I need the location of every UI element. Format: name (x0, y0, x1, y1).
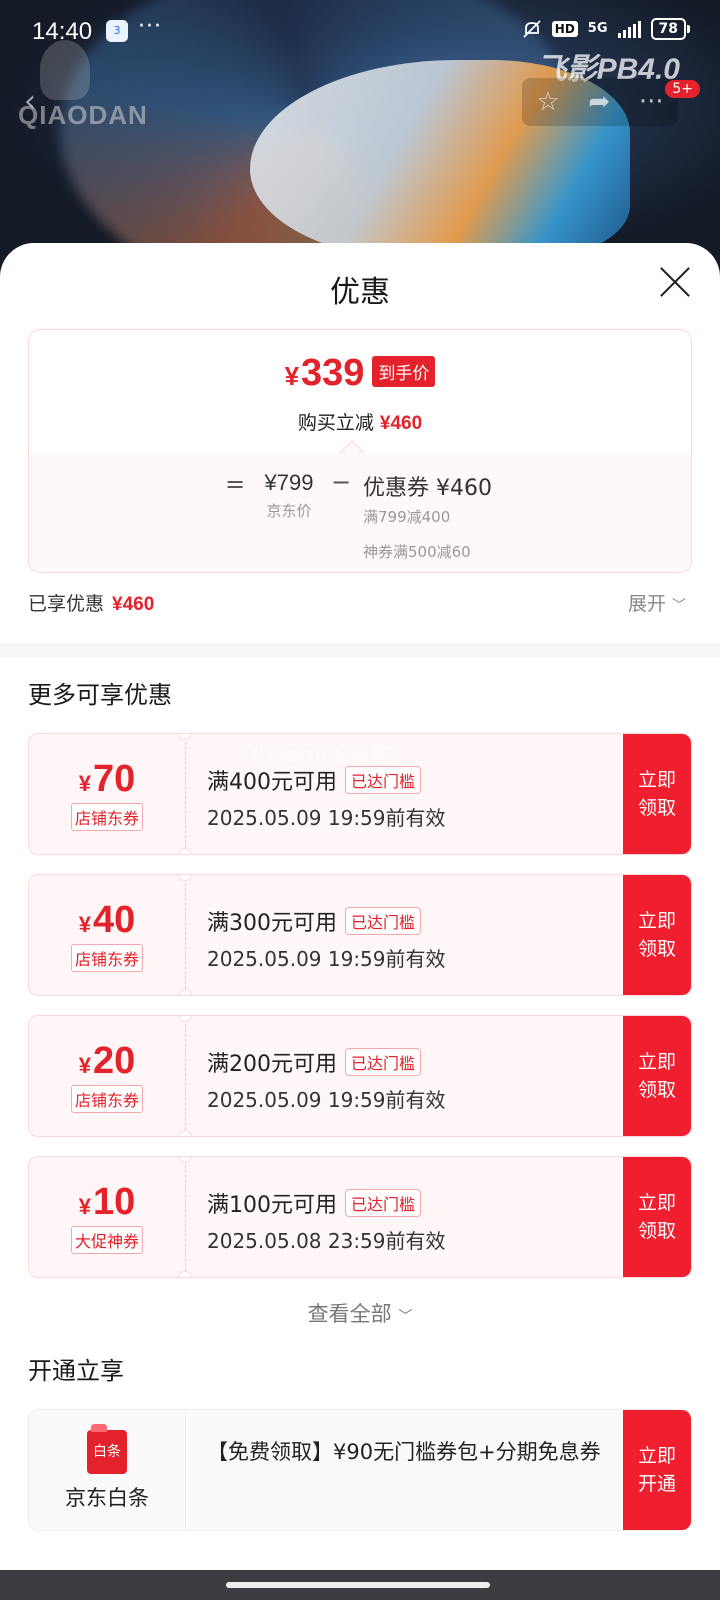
coupon-expiry: 2025.05.09 19:59前有效 (207, 1088, 446, 1112)
coupon-condition: 满200元可用 (207, 1052, 337, 1077)
baitiao-divider (185, 1410, 186, 1530)
coupon-amount-area: ¥40 店铺东券 (29, 875, 185, 995)
view-all-button[interactable]: 查看全部 ﹀ (0, 1298, 720, 1328)
back-icon[interactable]: ‹ (24, 84, 60, 120)
status-icons: HD 5G 78 (522, 18, 691, 40)
baitiao-offer-text: 【免费领取】¥90无门槛券包+分期免息券 (207, 1440, 601, 1464)
more-icon[interactable]: ··· (639, 87, 664, 117)
close-icon[interactable] (658, 265, 692, 299)
favorite-star-icon[interactable]: ☆ (536, 87, 559, 117)
coupon-condition: 满300元可用 (207, 911, 337, 936)
threshold-reached-badge: 已达门槛 (345, 907, 422, 935)
coupon-summary: 优惠券 ¥460 满799减400 神券满500减60 (363, 476, 492, 561)
claim-coupon-button[interactable]: 立即领取 (623, 734, 691, 854)
mute-icon (523, 20, 541, 38)
coupon-amount: ¥40 (78, 899, 136, 941)
message-count-badge: 5+ (665, 80, 700, 98)
status-time: 14:40 (32, 18, 93, 45)
threshold-reached-badge: 已达门槛 (345, 766, 422, 794)
claim-coupon-button[interactable]: 立即领取 (623, 1157, 691, 1277)
coupon-expiry: 2025.05.08 23:59前有效 (207, 1229, 446, 1253)
baitiao-brand: 白条 京东白条 (29, 1410, 185, 1530)
more-discounts-title: 更多可享优惠 (28, 681, 172, 709)
coupon-details: 满200元可用 已达门槛 2025.05.09 19:59前有效 (207, 1046, 446, 1113)
final-price-row: ¥339 到手价 (29, 352, 691, 395)
coupon-amount-area: ¥20 店铺东券 (29, 1016, 185, 1136)
battery-icon: 78 (650, 18, 691, 40)
coupon-notch (178, 1130, 192, 1136)
coupon-type-tag: 店铺东券 (70, 944, 143, 972)
claim-coupon-button[interactable]: 立即领取 (623, 1016, 691, 1136)
system-nav-bar (0, 1570, 720, 1600)
final-price-tag: 到手价 (372, 356, 436, 387)
status-bar: 14:40 3 ··· HD 5G 78 (0, 0, 720, 60)
coupon-notch (178, 1271, 192, 1277)
coupon-amount-area: ¥70 店铺东券 (29, 734, 185, 854)
coupon-notch (178, 989, 192, 995)
final-price: ¥339 (284, 352, 365, 394)
baitiao-icon: 白条 (87, 1424, 127, 1474)
coupon-amount-area: ¥10 大促神券 (29, 1157, 185, 1277)
coupon-expiry: 2025.05.09 19:59前有效 (207, 947, 446, 971)
coupon-divider (185, 883, 186, 989)
coupon-amount: ¥10 (78, 1181, 136, 1223)
coupon-amount: ¥20 (78, 1040, 136, 1082)
coupon-card: ¥20 店铺东券 满200元可用 已达门槛 2025.05.09 19:59前有效 立即领… (28, 1015, 692, 1137)
coupon-condition: 满100元可用 (207, 1193, 337, 1218)
coupon-expiry: 2025.05.09 19:59前有效 (207, 806, 446, 830)
threshold-reached-badge: 已达门槛 (345, 1189, 422, 1217)
share-icon[interactable]: ➦ (588, 87, 610, 117)
equals-sign: = (225, 470, 246, 498)
network-type: 5G (587, 21, 608, 36)
coupon-details: 满100元可用 已达门槛 2025.05.08 23:59前有效 (207, 1187, 446, 1254)
top-actions: ☆ ➦ ··· (522, 78, 678, 126)
claim-coupon-button[interactable]: 立即领取 (623, 875, 691, 995)
minus-sign: − (331, 468, 352, 496)
expand-button[interactable]: 展开 ﹀ (628, 589, 686, 616)
coupon-divider (185, 742, 186, 848)
coupon-card: ¥40 店铺东券 满300元可用 已达门槛 2025.05.09 19:59前有效 立即领… (28, 874, 692, 996)
reduce-value: ¥460 (379, 413, 423, 434)
hd-badge: HD (551, 21, 578, 37)
chevron-down-icon: ﹀ (672, 598, 686, 614)
reduce-label: 购买立减 (297, 412, 374, 434)
price-formula-area (29, 454, 691, 572)
app-notification-icon: 3 (106, 20, 128, 42)
enjoyed-discount: 已享优惠 ¥460 (28, 593, 155, 615)
open-baitiao-button[interactable]: 立即开通 (623, 1410, 691, 1530)
open-enjoy-title: 开通立享 (28, 1357, 124, 1385)
home-indicator[interactable] (226, 1582, 490, 1588)
reduce-row: 购买立减 ¥460 (29, 408, 691, 435)
price-breakdown-card: ¥339 到手价 购买立减 ¥460 = ¥799 京东价 − 优惠券 ¥460… (28, 329, 692, 573)
watermark-text: 小demo&&在 (250, 743, 391, 768)
coupon-notch (178, 848, 192, 854)
coupon-divider (185, 1024, 186, 1130)
coupon-details: 满400元可用 已达门槛 2025.05.09 19:59前有效 (207, 764, 446, 831)
sheet-title: 优惠 (330, 275, 390, 310)
more-notifications-icon: ··· (138, 14, 162, 39)
coupon-type-tag: 店铺东券 (70, 803, 143, 831)
chevron-down-icon: ﹀ (398, 1309, 413, 1325)
coupon-divider (185, 1165, 186, 1271)
coupon-details: 满300元可用 已达门槛 2025.05.09 19:59前有效 (207, 905, 446, 972)
signal-icon (617, 20, 641, 38)
section-divider (0, 643, 720, 657)
coupon-card: ¥10 大促神券 满100元可用 已达门槛 2025.05.08 23:59前有效 立即领… (28, 1156, 692, 1278)
baitiao-card: 白条 京东白条 【免费领取】¥90无门槛券包+分期免息券 立即开通 (28, 1409, 692, 1531)
coupon-amount: ¥70 (78, 758, 136, 800)
coupon-type-tag: 大促神券 (70, 1226, 143, 1254)
coupon-type-tag: 店铺东券 (70, 1085, 143, 1113)
jd-price: ¥799 京东价 (264, 470, 314, 520)
baitiao-name: 京东白条 (65, 1486, 149, 1510)
discount-sheet: 优惠 ¥339 到手价 购买立减 ¥460 = ¥799 京东价 − 优惠券 ¥… (0, 243, 720, 1570)
threshold-reached-badge: 已达门槛 (345, 1048, 422, 1076)
